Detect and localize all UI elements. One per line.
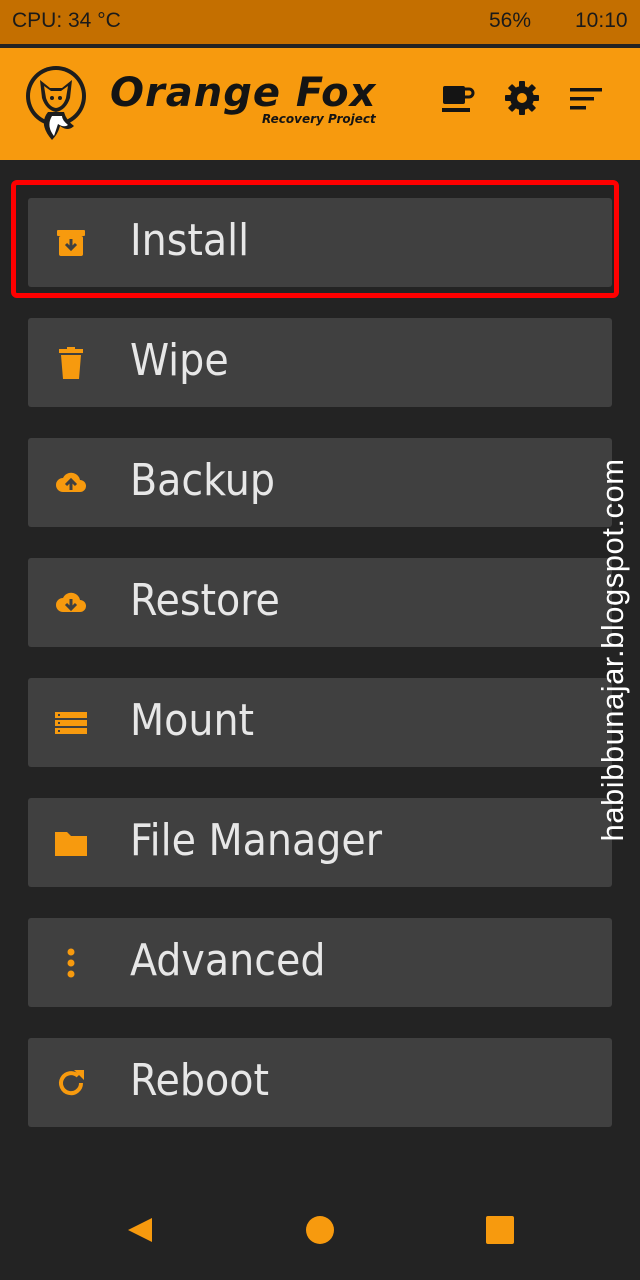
advanced-button[interactable]: Advanced — [28, 918, 612, 1007]
wipe-button[interactable]: Wipe — [28, 318, 612, 407]
trash-icon — [59, 347, 83, 379]
folder-icon — [55, 832, 87, 856]
file-manager-label: File Manager — [130, 815, 383, 866]
reboot-button[interactable]: Reboot — [28, 1038, 612, 1127]
mount-label: Mount — [130, 695, 255, 746]
cloud-download-icon — [56, 592, 86, 612]
backup-label: Backup — [130, 455, 275, 506]
cloud-upload-icon — [56, 472, 86, 492]
navigation-bar — [0, 1190, 640, 1280]
clock: 10:10 — [575, 9, 628, 32]
install-highlight-box — [11, 180, 619, 298]
fox-logo-icon — [26, 66, 86, 140]
cpu-temperature: CPU: 34 °C — [12, 9, 121, 32]
donate-icon[interactable] — [440, 80, 476, 116]
advanced-label: Advanced — [130, 935, 326, 986]
back-triangle-icon[interactable] — [120, 1210, 160, 1250]
reboot-label: Reboot — [130, 1055, 269, 1106]
more-vertical-icon — [67, 948, 75, 978]
wipe-label: Wipe — [130, 335, 229, 386]
backup-button[interactable]: Backup — [28, 438, 612, 527]
mount-button[interactable]: Mount — [28, 678, 612, 767]
brand-subtitle: Recovery Project — [262, 112, 376, 126]
home-circle-icon[interactable] — [300, 1210, 340, 1250]
watermark-text: habibbunajar.blogspot.com — [595, 458, 630, 842]
restore-button[interactable]: Restore — [28, 558, 612, 647]
gear-icon[interactable] — [504, 80, 540, 116]
battery-level: 56% — [489, 9, 532, 32]
recents-square-icon[interactable] — [480, 1210, 520, 1250]
menu-sort-icon[interactable] — [568, 80, 604, 116]
brand-title: Orange Fox — [110, 70, 377, 116]
refresh-icon — [59, 1070, 84, 1096]
app-header: Orange Fox Recovery Project — [0, 48, 640, 160]
file-manager-button[interactable]: File Manager — [28, 798, 612, 887]
storage-list-icon — [55, 712, 87, 734]
restore-label: Restore — [130, 575, 280, 626]
status-bar: CPU: 34 °C 56% 10:10 — [0, 0, 640, 44]
